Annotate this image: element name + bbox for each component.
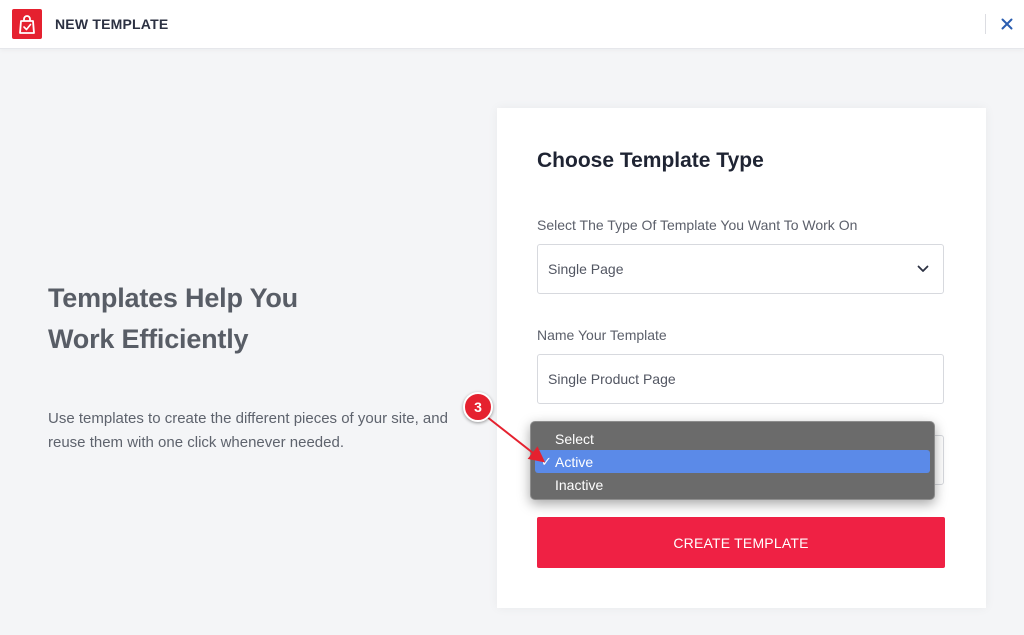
create-template-button[interactable]: CREATE TEMPLATE [537,517,945,568]
modal-header: NEW TEMPLATE [0,0,1024,49]
intro-heading-line2: Work Efficiently [48,324,249,354]
close-icon [1001,18,1013,30]
close-button[interactable] [996,13,1018,35]
template-type-select[interactable]: Single Page [537,244,944,294]
template-type-label: Select The Type Of Template You Want To … [537,217,858,233]
new-template-modal: NEW TEMPLATE Templates Help You Work Eff… [0,0,1024,635]
intro-description: Use templates to create the different pi… [48,410,448,451]
status-dropdown-menu: Select ✓ Active Inactive [530,421,935,500]
template-name-value: Single Product Page [548,371,676,387]
intro-heading: Templates Help You Work Efficiently [48,278,468,360]
dropdown-option-select[interactable]: Select [535,427,930,450]
intro-heading-line1: Templates Help You [48,283,298,313]
step-callout: 3 [463,392,493,422]
header-divider [985,14,986,34]
template-form-card: Choose Template Type Select The Type Of … [497,108,986,608]
template-type-value: Single Page [548,261,624,277]
step-number-badge: 3 [463,392,493,422]
shopping-bag-icon [12,9,42,39]
intro-panel: Templates Help You Work Efficiently Use … [48,278,468,455]
form-title: Choose Template Type [537,149,764,172]
chevron-down-icon [917,265,929,272]
template-name-input[interactable]: Single Product Page [537,354,944,404]
modal-title: NEW TEMPLATE [55,16,169,32]
dropdown-option-active[interactable]: ✓ Active [535,450,930,473]
dropdown-option-active-label: Active [555,453,594,470]
template-name-label: Name Your Template [537,327,667,343]
dropdown-option-inactive[interactable]: Inactive [535,473,930,496]
